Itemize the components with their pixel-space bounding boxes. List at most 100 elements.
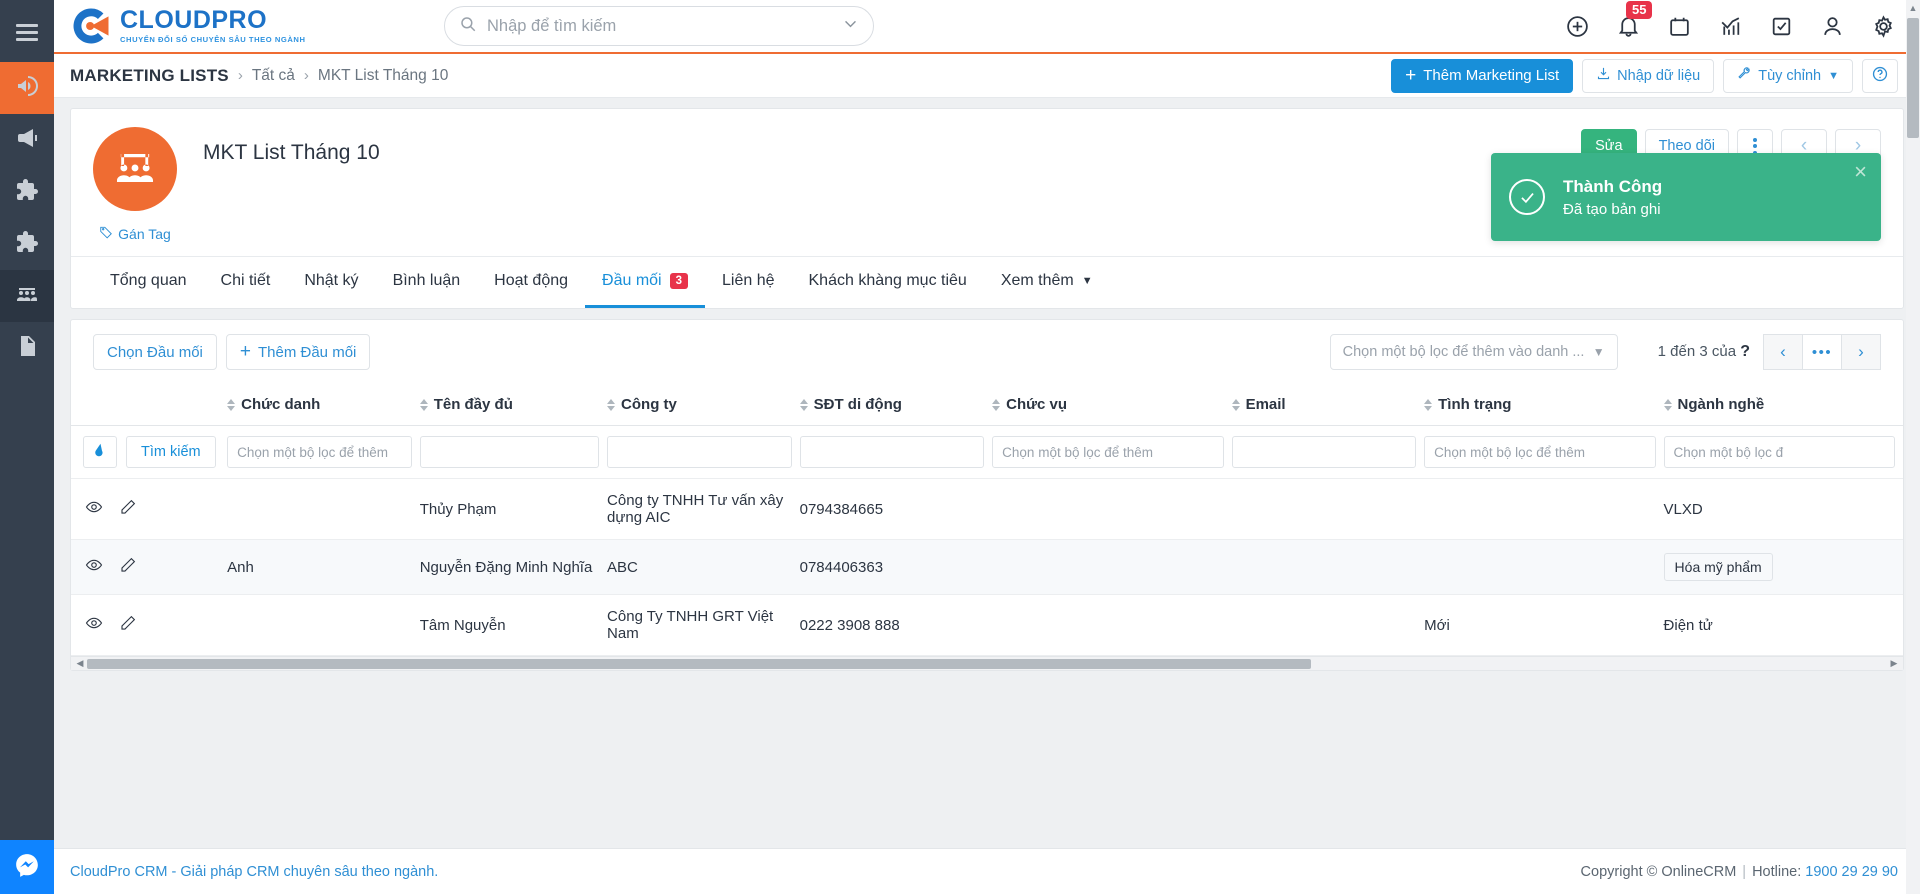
pencil-edit-icon[interactable] bbox=[119, 556, 137, 578]
filter-input-tinh-trang[interactable]: Chọn một bộ lọc để thêm bbox=[1424, 436, 1656, 468]
filter-input-nganh-nghe[interactable]: Chọn một bộ lọc đ bbox=[1663, 436, 1895, 468]
scrollbar-thumb[interactable] bbox=[87, 658, 1311, 669]
sort-icon[interactable] bbox=[1424, 399, 1433, 412]
breadcrumb-separator-2: › bbox=[303, 67, 309, 84]
table-head: Chức danh Tên đầy đủ Công ty SĐT di động… bbox=[71, 384, 1903, 426]
add-circle-icon[interactable] bbox=[1565, 14, 1590, 39]
customize-button[interactable]: Tùy chỉnh ▼ bbox=[1723, 58, 1853, 93]
brand-logo[interactable]: CLOUDPRO CHUYỂN ĐỔI SỐ CHUYÊN SÂU THEO N… bbox=[54, 5, 354, 47]
add-lead-button[interactable]: + Thêm Đầu mối bbox=[225, 334, 371, 370]
column-sdt-di-dong[interactable]: SĐT di động bbox=[799, 384, 993, 426]
column-email[interactable]: Email bbox=[1231, 384, 1425, 426]
search-button[interactable]: Tìm kiếm bbox=[126, 436, 216, 468]
notifications-bell-icon[interactable]: 55 bbox=[1616, 0, 1653, 39]
tab-chi-tiet[interactable]: Chi tiết bbox=[204, 257, 288, 308]
tab-khach-hang-muc-tieu[interactable]: Khách khàng mục tiêu bbox=[792, 257, 984, 308]
tab-nhat-ky[interactable]: Nhật ký bbox=[287, 257, 375, 308]
column-chuc-vu[interactable]: Chức vụ bbox=[992, 384, 1232, 426]
tab-tong-quan[interactable]: Tổng quan bbox=[93, 257, 204, 308]
filter-input-cong-ty[interactable] bbox=[607, 436, 792, 468]
messenger-chat-button[interactable] bbox=[0, 840, 54, 894]
status-badge: Hóa mỹ phẩm bbox=[1663, 553, 1773, 581]
tab-dau-moi[interactable]: Đầu mối 3 bbox=[585, 257, 705, 308]
tab-binh-luan[interactable]: Bình luận bbox=[376, 257, 478, 308]
hamburger-menu-icon[interactable] bbox=[0, 10, 54, 54]
sidebar-item-broadcast[interactable] bbox=[0, 114, 54, 166]
sidebar-item-modules[interactable] bbox=[0, 166, 54, 218]
eye-view-icon[interactable] bbox=[85, 614, 103, 636]
eye-view-icon[interactable] bbox=[85, 556, 103, 578]
scroll-right-icon[interactable]: ▶ bbox=[1887, 658, 1901, 669]
column-tinh-trang[interactable]: Tình trạng bbox=[1424, 384, 1664, 426]
table-horizontal-scrollbar[interactable]: ◀ ▶ bbox=[71, 656, 1903, 670]
pagination-more-button[interactable]: ••• bbox=[1802, 334, 1842, 370]
import-data-button[interactable]: Nhập dữ liệu bbox=[1582, 58, 1715, 93]
breadcrumb-all[interactable]: Tất cả bbox=[252, 67, 295, 85]
sort-icon[interactable] bbox=[992, 399, 1001, 412]
tab-xem-them[interactable]: Xem thêm ▼ bbox=[984, 257, 1110, 308]
filter-input-chuc-vu[interactable]: Chọn một bộ lọc để thêm bbox=[992, 436, 1224, 468]
column-cong-ty[interactable]: Công ty bbox=[607, 384, 800, 426]
brand-tagline: CHUYỂN ĐỔI SỐ CHUYÊN SÂU THEO NGÀNH bbox=[120, 35, 306, 45]
sort-icon[interactable] bbox=[607, 399, 616, 412]
tab-hoat-dong[interactable]: Hoạt động bbox=[477, 257, 585, 308]
sidebar-item-documents[interactable] bbox=[0, 322, 54, 374]
column-chuc-danh[interactable]: Chức danh bbox=[227, 384, 420, 426]
chevron-down-icon[interactable] bbox=[842, 15, 859, 37]
breadcrumb-module[interactable]: MARKETING LISTS bbox=[70, 66, 229, 86]
footer-hotline-number[interactable]: 1900 29 29 90 bbox=[1805, 864, 1898, 880]
table-row[interactable]: Tâm Nguyễn Công Ty TNHH GRT Việt Nam 022… bbox=[71, 594, 1903, 656]
filter-input-sdt[interactable] bbox=[799, 436, 985, 468]
add-marketing-list-button[interactable]: + Thêm Marketing List bbox=[1391, 58, 1574, 93]
tab-lien-he[interactable]: Liên hệ bbox=[705, 257, 792, 308]
sort-icon[interactable] bbox=[1663, 399, 1672, 412]
assign-tag-button[interactable]: Gán Tag bbox=[99, 225, 171, 242]
pencil-edit-icon[interactable] bbox=[119, 614, 137, 636]
scrollbar-track[interactable] bbox=[87, 658, 1887, 669]
help-button[interactable] bbox=[1862, 58, 1898, 93]
cell-nganh-nghe: Hóa mỹ phẩm bbox=[1663, 539, 1903, 595]
settings-gear-icon[interactable] bbox=[1871, 14, 1896, 39]
sidebar-item-marketing-lists[interactable] bbox=[0, 270, 54, 322]
select-lead-label: Chọn Đầu mối bbox=[107, 343, 203, 361]
table-row[interactable]: Anh Nguyễn Đặng Minh Nghĩa ABC 078440636… bbox=[71, 539, 1903, 595]
scroll-left-icon[interactable]: ◀ bbox=[73, 658, 87, 669]
pagination-next-button[interactable]: › bbox=[1841, 334, 1881, 370]
sort-icon[interactable] bbox=[227, 399, 236, 412]
analytics-chart-icon[interactable] bbox=[1718, 14, 1743, 39]
user-account-icon[interactable] bbox=[1820, 14, 1845, 39]
pagination-buttons: ‹ ••• › bbox=[1763, 334, 1881, 370]
list-filter-select[interactable]: Chọn một bộ lọc để thêm vào danh ... ▼ bbox=[1329, 334, 1618, 370]
scroll-up-icon[interactable]: ▲ bbox=[1906, 0, 1920, 13]
select-lead-button[interactable]: Chọn Đầu mối bbox=[93, 334, 217, 370]
table-row[interactable]: Thủy Phạm Công ty TNHH Tư vấn xây dựng A… bbox=[71, 478, 1903, 540]
filter-input-ten-day-du[interactable] bbox=[419, 436, 600, 468]
footer-product-link[interactable]: CloudPro CRM - Giải pháp CRM chuyên sâu … bbox=[70, 864, 438, 880]
clear-filters-button[interactable] bbox=[83, 436, 117, 468]
sort-icon[interactable] bbox=[1231, 399, 1240, 412]
filter-input-email[interactable] bbox=[1231, 436, 1417, 468]
pagination-prev-button[interactable]: ‹ bbox=[1763, 334, 1803, 370]
filter-input-chuc-danh[interactable]: Chọn một bộ lọc để thêm bbox=[227, 436, 412, 468]
calendar-icon[interactable] bbox=[1667, 14, 1692, 39]
eye-view-icon[interactable] bbox=[85, 498, 103, 520]
sort-icon[interactable] bbox=[799, 399, 808, 412]
page-scrollbar-thumb[interactable] bbox=[1907, 18, 1919, 138]
chevron-down-icon: ▼ bbox=[1081, 275, 1093, 287]
cell-nganh-nghe: VLXD bbox=[1663, 478, 1903, 540]
column-ten-day-du[interactable]: Tên đầy đủ bbox=[419, 384, 608, 426]
close-icon[interactable]: × bbox=[1854, 161, 1867, 183]
cell-sdt: 0222 3908 888 bbox=[799, 594, 993, 656]
sidebar-item-extensions[interactable] bbox=[0, 218, 54, 270]
filter-cell-tinh-trang: Chọn một bộ lọc để thêm bbox=[1424, 425, 1664, 479]
sidebar-item-campaigns[interactable] bbox=[0, 62, 54, 114]
task-checkbox-icon[interactable] bbox=[1769, 14, 1794, 39]
search-input[interactable]: Nhập để tìm kiếm bbox=[444, 6, 874, 46]
page-vertical-scrollbar[interactable]: ▲ bbox=[1906, 0, 1920, 894]
add-marketing-list-label: Thêm Marketing List bbox=[1423, 67, 1560, 84]
filter-cell-chuc-danh: Chọn một bộ lọc để thêm bbox=[227, 425, 420, 479]
column-nganh-nghe[interactable]: Ngành nghề bbox=[1663, 384, 1903, 426]
search-icon bbox=[459, 15, 477, 38]
pencil-edit-icon[interactable] bbox=[119, 498, 137, 520]
sort-icon[interactable] bbox=[419, 399, 428, 412]
